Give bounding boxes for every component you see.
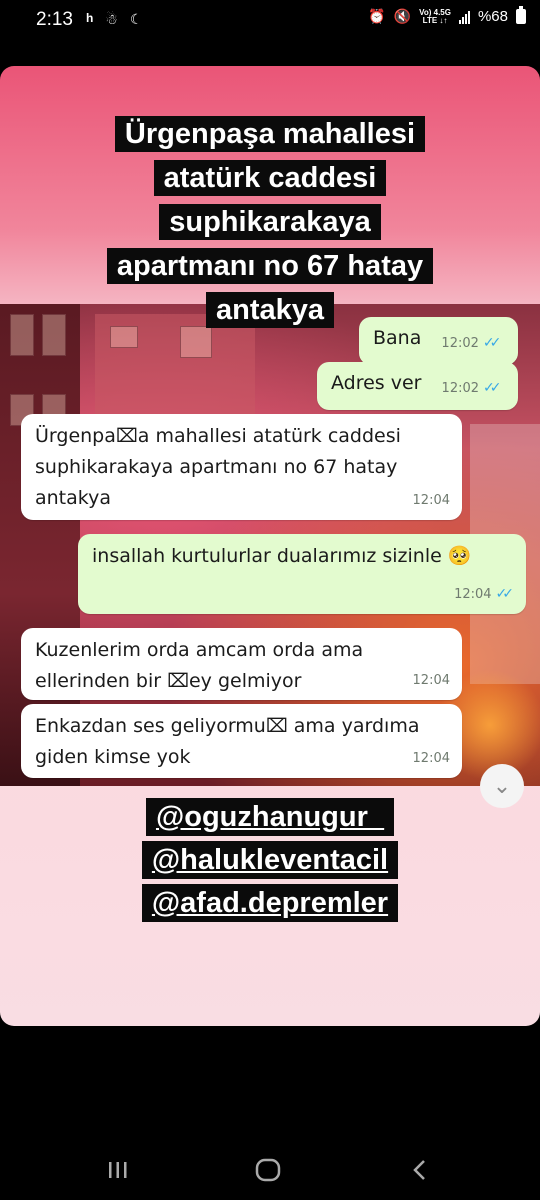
notification-icons: h ☃ ☾ [86, 11, 142, 28]
message-meta: 12:02 ✓✓ [441, 328, 501, 359]
read-tick-icon: ✓✓ [482, 335, 502, 351]
clock: 2:13 [36, 9, 73, 30]
read-tick-icon: ✓✓ [483, 380, 502, 396]
story-title: Ürgenpaşa mahallesi atatürk caddesi suph… [85, 112, 455, 332]
chat-message-incoming: Enkazdan ses geliyormu⌧ ama yardıma gide… [21, 704, 462, 778]
network-sub: LTE ↓↑ [422, 15, 448, 25]
chat-message-outgoing: Bana 12:02 ✓✓ [359, 317, 518, 365]
system-icons: ⏰ 🔇 Vo) 4.5G LTE ↓↑ %68 [368, 6, 526, 25]
message-meta: 12:04 ✓✓ [454, 579, 514, 610]
story-card[interactable]: Ürgenpaşa mahallesi atatürk caddesi suph… [0, 66, 540, 1026]
message-meta: 12:04 [413, 485, 450, 516]
message-time: 12:04 [412, 673, 450, 688]
mention-tag[interactable]: @halukleventacil [141, 841, 399, 879]
recents-icon [109, 1162, 127, 1178]
chevron-down-icon: ⌄ [492, 773, 512, 798]
message-meta: 12:04 [413, 665, 450, 696]
alarm-icon: ⏰ [368, 8, 386, 24]
title-line: suphikarakaya [159, 204, 381, 240]
message-time: 12:04 [412, 751, 450, 766]
mute-icon: 🔇 [393, 8, 412, 24]
building-window [42, 314, 66, 356]
message-text: Kuzenlerim orda amcam orda ama ellerinde… [35, 639, 364, 692]
message-text: Adres ver [331, 372, 422, 394]
status-bar: 2:13 h ☃ ☾ ⏰ 🔇 Vo) 4.5G LTE ↓↑ %68 [0, 0, 540, 40]
title-line: atatürk caddesi [153, 160, 387, 196]
network-indicator: Vo) 4.5G LTE ↓↑ [419, 8, 451, 25]
message-meta: 12:04 [413, 743, 450, 774]
mention-tag[interactable]: @oguzhanugur_ [145, 798, 395, 836]
chat-message-outgoing: insallah kurtulurlar dualarımız sizinle … [78, 534, 526, 614]
title-line: Ürgenpaşa mahallesi [114, 116, 426, 152]
chat-message-outgoing: Adres ver 12:02 ✓✓ [317, 362, 518, 410]
message-meta: 12:02 ✓✓ [442, 373, 502, 404]
title-line: antakya [205, 292, 334, 328]
chat-message-incoming: Kuzenlerim orda amcam orda ama ellerinde… [21, 628, 462, 700]
read-tick-icon: ✓✓ [495, 586, 515, 602]
recent-apps-button[interactable] [98, 1150, 138, 1190]
message-time: 12:02 [441, 336, 479, 351]
message-text: Bana [373, 327, 422, 349]
back-button[interactable] [400, 1150, 440, 1190]
home-button[interactable] [248, 1150, 288, 1190]
moon-icon: ☾ [129, 11, 143, 27]
home-icon [255, 1158, 281, 1182]
building-window [10, 314, 34, 356]
chat-message-incoming: Ürgenpa⌧a mahallesi atatürk caddesi suph… [21, 414, 462, 520]
baby-icon: ☃ [105, 11, 118, 27]
message-text: Enkazdan ses geliyormu⌧ ama yardıma gide… [35, 715, 420, 768]
message-text: insallah kurtulurlar dualarımız sizinle … [92, 545, 472, 567]
signal-icon [458, 10, 470, 24]
mention-tags: @oguzhanugur_ @halukleventacil @afad.dep… [120, 796, 420, 925]
message-text: Ürgenpa⌧a mahallesi atatürk caddesi suph… [35, 425, 401, 509]
mention-tag[interactable]: @afad.depremler [141, 884, 399, 922]
message-time: 12:04 [412, 493, 450, 508]
navigation-bar [0, 1140, 540, 1200]
back-icon [413, 1160, 425, 1180]
h-icon: h [86, 11, 94, 25]
battery-icon [516, 6, 526, 24]
title-line: apartmanı no 67 hatay [106, 248, 434, 284]
message-time: 12:02 [441, 381, 480, 396]
scroll-down-button[interactable]: ⌄ [480, 764, 524, 808]
battery-percent: %68 [477, 8, 508, 25]
message-time: 12:04 [454, 587, 492, 602]
